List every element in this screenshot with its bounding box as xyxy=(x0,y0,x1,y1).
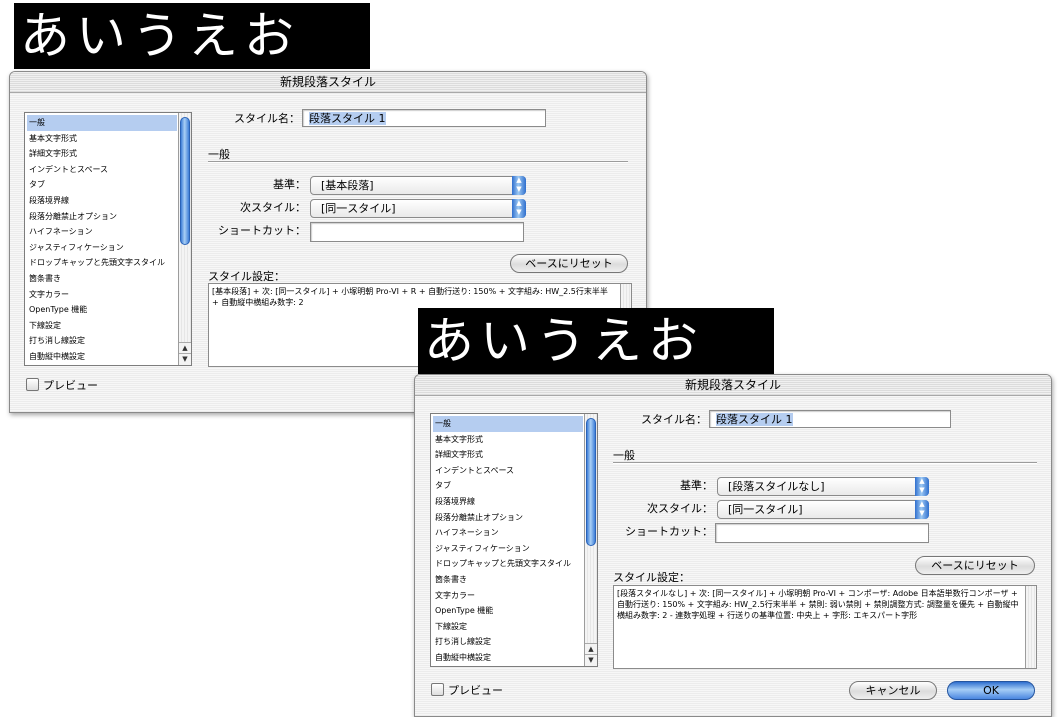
next-style-label: 次スタイル： xyxy=(240,201,306,214)
category-list-item[interactable]: タブ xyxy=(433,478,583,494)
category-list-item[interactable]: 下線設定 xyxy=(433,619,583,635)
scroll-down-arrow-icon[interactable]: ▼ xyxy=(585,654,597,666)
list-scrollbar[interactable]: ▲ ▼ xyxy=(178,113,191,365)
category-list-item[interactable]: 打ち消し線設定 xyxy=(433,634,583,650)
next-style-select[interactable]: [同一スタイル] ▲ ▼ xyxy=(310,199,526,218)
category-list-item[interactable]: 下線設定 xyxy=(27,318,177,334)
scroll-thumb[interactable] xyxy=(180,117,190,245)
style-settings-box: [段落スタイルなし] + 次: [同一スタイル] + 小塚明朝 Pro-VI +… xyxy=(613,585,1037,669)
based-on-select[interactable]: [段落スタイルなし] ▲ ▼ xyxy=(717,477,929,496)
category-list-item[interactable]: ドロップキャップと先頭文字スタイル xyxy=(27,255,177,271)
category-list-item[interactable]: 一般 xyxy=(433,416,583,432)
dialog-title: 新規段落スタイル xyxy=(415,375,1051,396)
style-settings-text: [段落スタイルなし] + 次: [同一スタイル] + 小塚明朝 Pro-VI +… xyxy=(617,589,1019,620)
popup-arrows-icon: ▲ ▼ xyxy=(512,199,526,218)
style-name-value: 段落スタイル 1 xyxy=(309,112,386,125)
category-list-item[interactable]: 詳細文字形式 xyxy=(27,146,177,162)
category-list[interactable]: 一般 基本文字形式 詳細文字形式 インデントとスペース タブ 段落境界線 段落分離禁止オプシ… xyxy=(430,413,598,667)
scroll-thumb[interactable] xyxy=(586,418,596,546)
category-list-item[interactable]: OpenType 機能 xyxy=(27,302,177,318)
shortcut-label: ショートカット： xyxy=(625,525,713,538)
category-list-item[interactable]: 基本文字形式 xyxy=(27,131,177,147)
banner-text: あいうえお xyxy=(14,3,370,69)
scroll-down-arrow-icon[interactable]: ▼ xyxy=(179,353,191,365)
dialog-title: 新規段落スタイル xyxy=(10,72,646,93)
style-name-input[interactable]: 段落スタイル 1 xyxy=(302,109,546,127)
category-list-item[interactable]: OpenType 機能 xyxy=(433,603,583,619)
checkbox-icon xyxy=(26,378,39,391)
based-on-label: 基準： xyxy=(273,178,306,191)
category-list-item[interactable]: ドロップキャップと先頭文字スタイル xyxy=(433,556,583,572)
reset-to-base-button[interactable]: ベースにリセット xyxy=(915,556,1035,575)
category-list-item[interactable]: 詳細文字形式 xyxy=(433,447,583,463)
category-list-item[interactable]: 箇条書き xyxy=(27,271,177,287)
banner-text-2: あいうえお xyxy=(418,308,774,374)
cancel-button[interactable]: キャンセル xyxy=(849,681,937,700)
category-list-item[interactable]: 段落境界線 xyxy=(433,494,583,510)
based-on-value: [段落スタイルなし] xyxy=(728,480,825,493)
category-list-item[interactable]: 一般 xyxy=(27,115,177,131)
preview-checkbox[interactable]: プレビュー xyxy=(431,683,503,698)
category-list-item[interactable]: 基本文字形式 xyxy=(433,432,583,448)
category-list[interactable]: 一般 基本文字形式 詳細文字形式 インデントとスペース タブ 段落境界線 段落分離禁止オプシ… xyxy=(24,112,192,366)
section-divider xyxy=(613,462,1037,464)
next-style-value: [同一スタイル] xyxy=(728,503,803,516)
style-name-value: 段落スタイル 1 xyxy=(716,413,793,426)
category-list-item[interactable]: 文字カラー xyxy=(27,287,177,303)
next-style-select[interactable]: [同一スタイル] ▲ ▼ xyxy=(717,500,929,519)
section-heading: 一般 xyxy=(613,449,635,462)
shortcut-input[interactable] xyxy=(310,222,524,242)
ok-button[interactable]: OK xyxy=(947,681,1035,700)
preview-checkbox[interactable]: プレビュー xyxy=(26,378,98,393)
style-settings-label: スタイル設定： xyxy=(208,270,285,283)
based-on-value: [基本段落] xyxy=(321,179,374,192)
category-list-item[interactable]: 段落分離禁止オプション xyxy=(433,510,583,526)
style-name-label: スタイル名： xyxy=(641,413,707,426)
popup-arrows-icon: ▲ ▼ xyxy=(915,500,929,519)
popup-arrows-icon: ▲ ▼ xyxy=(512,176,526,195)
next-style-label: 次スタイル： xyxy=(647,502,713,515)
section-divider xyxy=(208,161,628,163)
preview-label: プレビュー xyxy=(43,379,98,392)
category-list-item[interactable]: 段落境界線 xyxy=(27,193,177,209)
list-scrollbar[interactable]: ▲ ▼ xyxy=(584,414,597,666)
category-list-item[interactable]: ハイフネーション xyxy=(433,525,583,541)
category-list-item[interactable]: 文字カラー xyxy=(433,588,583,604)
category-list-item[interactable]: ジャスティフィケーション xyxy=(433,541,583,557)
shortcut-label: ショートカット： xyxy=(218,224,306,237)
style-settings-text: [基本段落] + 次: [同一スタイル] + 小塚明朝 Pro-VI + R +… xyxy=(212,287,608,307)
next-style-value: [同一スタイル] xyxy=(321,202,396,215)
category-list-item[interactable]: 段落分離禁止オプション xyxy=(27,209,177,225)
section-heading: 一般 xyxy=(208,148,230,161)
category-list-item[interactable]: ハイフネーション xyxy=(27,224,177,240)
popup-arrows-icon: ▲ ▼ xyxy=(915,477,929,496)
category-list-item[interactable]: 箇条書き xyxy=(433,572,583,588)
style-name-input[interactable]: 段落スタイル 1 xyxy=(709,410,951,428)
category-list-item[interactable]: タブ xyxy=(27,177,177,193)
shortcut-input[interactable] xyxy=(715,523,929,543)
style-settings-label: スタイル設定： xyxy=(613,571,690,584)
category-list-item[interactable]: 自動縦中横設定 xyxy=(27,349,177,365)
new-paragraph-style-dialog-2: 新規段落スタイル 一般 基本文字形式 詳細文字形式 インデントとスペース タブ 段落境界線… xyxy=(414,374,1052,717)
settings-scrollbar[interactable] xyxy=(1025,586,1036,668)
category-list-item[interactable]: インデントとスペース xyxy=(433,463,583,479)
category-list-item[interactable]: ジャスティフィケーション xyxy=(27,240,177,256)
preview-label: プレビュー xyxy=(448,684,503,697)
checkbox-icon xyxy=(431,683,444,696)
category-list-item[interactable]: 打ち消し線設定 xyxy=(27,333,177,349)
category-list-item[interactable]: インデントとスペース xyxy=(27,162,177,178)
style-name-label: スタイル名： xyxy=(234,112,300,125)
category-list-item[interactable]: 自動縦中横設定 xyxy=(433,650,583,666)
based-on-label: 基準： xyxy=(680,479,713,492)
reset-to-base-button[interactable]: ベースにリセット xyxy=(510,254,628,273)
based-on-select[interactable]: [基本段落] ▲ ▼ xyxy=(310,176,526,195)
